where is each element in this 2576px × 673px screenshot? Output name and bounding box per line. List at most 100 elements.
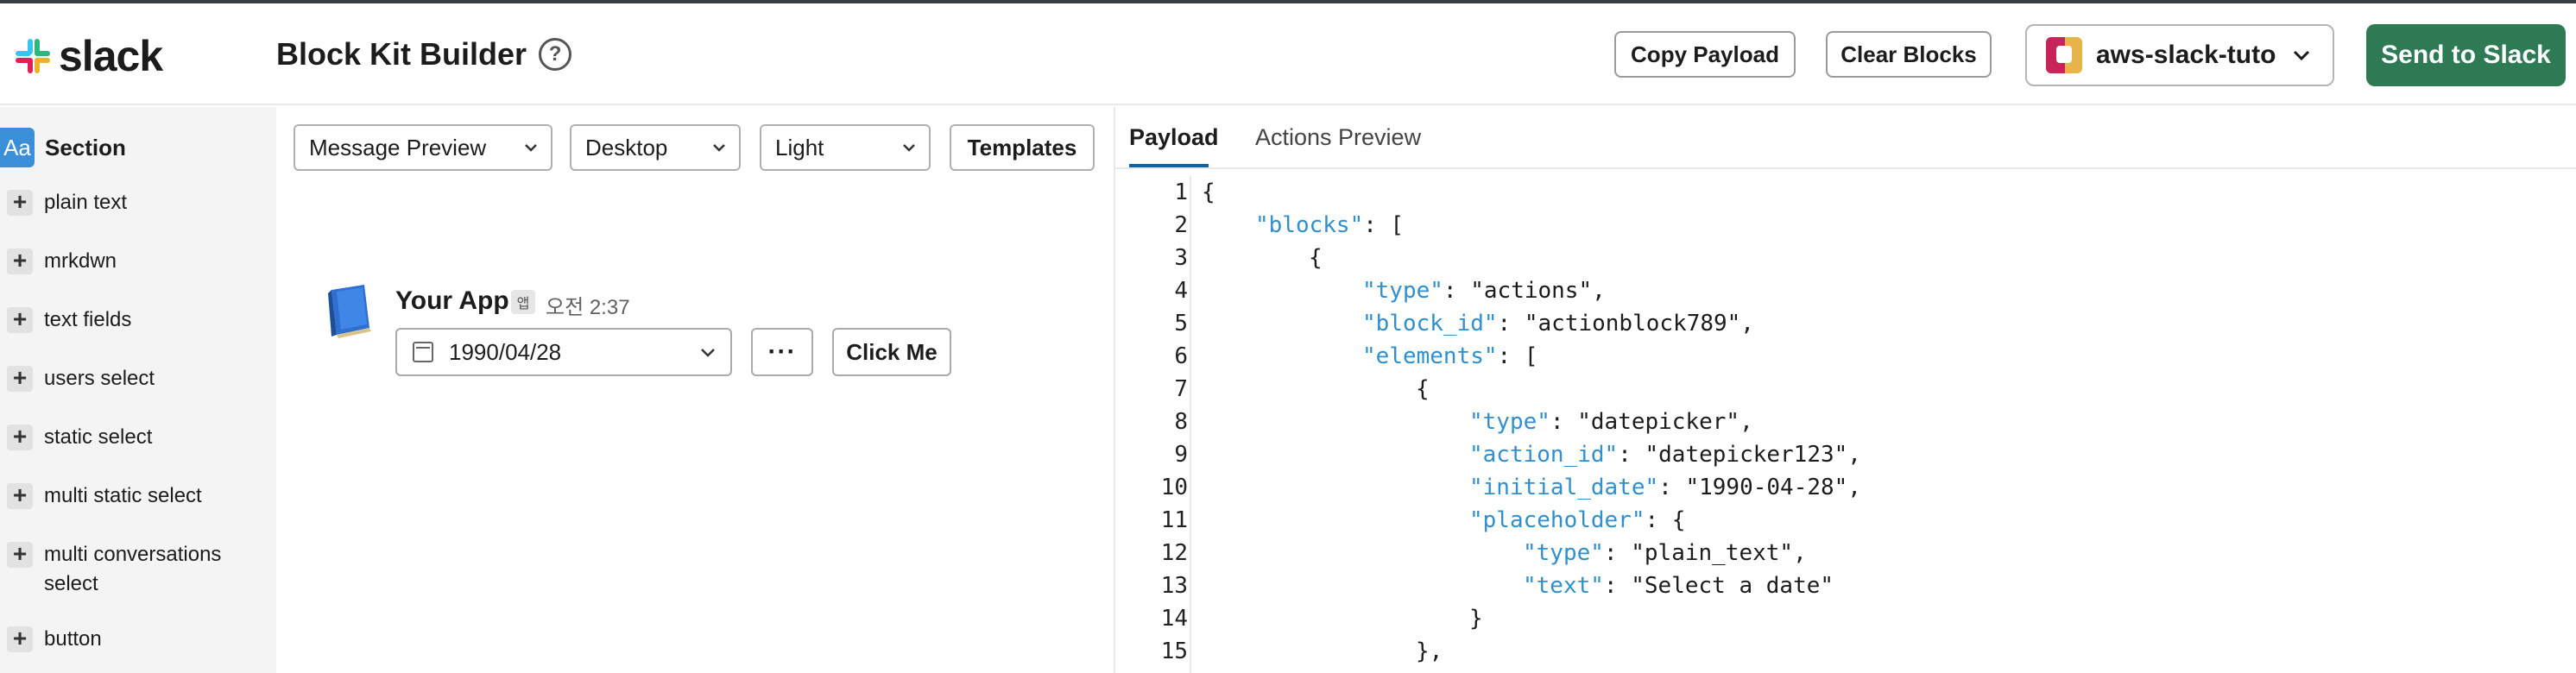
preview-mode-value: Message Preview — [309, 134, 487, 160]
section-label: Section — [45, 134, 126, 160]
app-name[interactable]: Your App — [395, 286, 509, 316]
json-value: : "actions", — [1443, 278, 1606, 304]
line-number: 13 — [1160, 573, 1188, 599]
code-line[interactable]: 7{ — [1115, 373, 2576, 406]
tab-actions-preview[interactable]: Actions Preview — [1255, 124, 1421, 151]
json-key: "initial_date" — [1469, 475, 1659, 500]
code-line[interactable]: 9 "action_id": "datepicker123", — [1115, 438, 2576, 471]
calendar-icon — [413, 342, 433, 362]
app-book-icon — [328, 285, 371, 338]
help-icon[interactable]: ? — [539, 38, 572, 71]
code-text: } — [1469, 602, 1483, 635]
sidebar-item-label: mrkdwn — [44, 249, 117, 273]
code-line[interactable]: 13 "text": "Select a date" — [1115, 569, 2576, 602]
overflow-menu-button[interactable]: ··· — [751, 328, 813, 376]
code-line[interactable]: 15}, — [1115, 635, 2576, 668]
json-key: "action_id" — [1469, 442, 1619, 468]
device-select[interactable]: Desktop — [570, 124, 741, 171]
code-line[interactable]: 8 "type": "datepicker", — [1115, 406, 2576, 438]
json-key: "elements" — [1362, 343, 1498, 369]
send-to-slack-button[interactable]: Send to Slack — [2366, 24, 2566, 86]
sidebar-item-button[interactable]: + button — [0, 626, 243, 654]
line-number: 14 — [1160, 606, 1188, 632]
sidebar-item-text-fields[interactable]: + text fields — [0, 307, 243, 335]
json-key: "text" — [1523, 573, 1604, 599]
sidebar-item-users-select[interactable]: + users select — [0, 366, 243, 393]
json-key: "placeholder" — [1469, 507, 1645, 533]
sidebar-item-multi-static-select[interactable]: + multi static select — [0, 483, 243, 511]
code-text: "action_id": "datepicker123", — [1469, 438, 1861, 471]
sidebar-item-multi-conversations-select[interactable]: + multi conversations select — [0, 542, 243, 599]
workspace-selector[interactable]: aws-slack-tutorial — [2025, 24, 2334, 86]
line-number: 12 — [1160, 540, 1188, 566]
line-number: 9 — [1174, 442, 1188, 468]
line-number: 11 — [1160, 507, 1188, 533]
chevron-down-icon — [701, 349, 715, 357]
sidebar-item-plain-text[interactable]: + plain text — [0, 190, 243, 217]
code-line[interactable]: 11 "placeholder": { — [1115, 504, 2576, 537]
app-badge: 앱 — [511, 290, 535, 314]
json-key: "type" — [1362, 278, 1443, 304]
code-line[interactable]: 3{ — [1115, 242, 2576, 274]
json-value: : "actionblock789", — [1497, 311, 1754, 336]
chevron-down-icon — [903, 144, 915, 152]
chevron-down-icon — [713, 144, 725, 152]
sidebar-item-static-select[interactable]: + static select — [0, 425, 243, 452]
logo-wordmark: slack — [59, 32, 163, 80]
code-line[interactable]: 6 "elements": [ — [1115, 340, 2576, 373]
copy-payload-button[interactable]: Copy Payload — [1614, 31, 1796, 78]
sidebar-item-label: multi conversations select — [44, 543, 222, 595]
line-number: 3 — [1174, 245, 1188, 271]
code-text: "placeholder": { — [1469, 504, 1685, 537]
section-header: Aa Section — [0, 128, 126, 167]
code-line[interactable]: 1{ — [1115, 176, 2576, 209]
code-line[interactable]: 10 "initial_date": "1990-04-28", — [1115, 471, 2576, 504]
json-value: { — [1416, 376, 1430, 402]
line-number: 1 — [1174, 179, 1188, 205]
code-text: "type": "datepicker", — [1469, 406, 1753, 438]
code-line[interactable]: 12 "type": "plain_text", — [1115, 537, 2576, 569]
preview-mode-select[interactable]: Message Preview — [294, 124, 552, 171]
json-value: } — [1469, 606, 1483, 632]
code-text: "type": "plain_text", — [1523, 537, 1807, 569]
json-value: : [ — [1363, 212, 1405, 238]
theme-select[interactable]: Light — [760, 124, 931, 171]
sidebar-item-label: text fields — [44, 308, 132, 331]
page-title-text: Block Kit Builder — [276, 36, 527, 72]
code-text: "type": "actions", — [1362, 274, 1606, 307]
preview-pane: Message Preview Desktop Light Templates … — [276, 107, 1114, 673]
sidebar-item-mrkdwn[interactable]: + mrkdwn — [0, 248, 243, 276]
json-value: : "datepicker", — [1550, 409, 1753, 435]
slack-logo[interactable]: slack — [12, 32, 163, 80]
json-value: : "1990-04-28", — [1658, 475, 1861, 500]
sidebar-item-label: users select — [44, 367, 155, 390]
code-text: }, — [1416, 635, 1443, 668]
plus-icon: + — [7, 248, 33, 274]
clear-blocks-button[interactable]: Clear Blocks — [1826, 31, 1992, 78]
code-line[interactable]: 4 "type": "actions", — [1115, 274, 2576, 307]
code-text: "blocks": [ — [1255, 209, 1404, 242]
plus-icon: + — [7, 483, 33, 509]
active-tab-indicator — [1129, 164, 1209, 167]
code-text: "block_id": "actionblock789", — [1362, 307, 1754, 340]
line-number: 4 — [1174, 278, 1188, 304]
chevron-down-icon — [525, 144, 537, 152]
plus-icon: + — [7, 307, 33, 333]
payload-code-editor[interactable]: 1{2 "blocks": [3{4 "type": "actions", 5 "blo… — [1115, 176, 2576, 673]
payload-tabs: Payload Actions Preview — [1115, 107, 2576, 169]
datepicker-input[interactable]: 1990/04/28 — [395, 328, 732, 376]
line-number: 2 — [1174, 212, 1188, 238]
json-value: : { — [1645, 507, 1686, 533]
sidebar-item-label: plain text — [44, 191, 128, 214]
json-value: : [ — [1497, 343, 1538, 369]
code-line[interactable]: 5 "block_id": "actionblock789", — [1115, 307, 2576, 340]
tab-payload[interactable]: Payload — [1129, 124, 1219, 151]
json-key: "type" — [1523, 540, 1604, 566]
click-me-button[interactable]: Click Me — [832, 328, 951, 376]
code-line[interactable]: 14} — [1115, 602, 2576, 635]
code-text: { — [1202, 176, 1215, 209]
templates-button[interactable]: Templates — [950, 124, 1095, 171]
message-timestamp[interactable]: 오전 2:37 — [546, 290, 630, 320]
code-line[interactable]: 2 "blocks": [ — [1115, 209, 2576, 242]
device-value: Desktop — [585, 134, 668, 160]
